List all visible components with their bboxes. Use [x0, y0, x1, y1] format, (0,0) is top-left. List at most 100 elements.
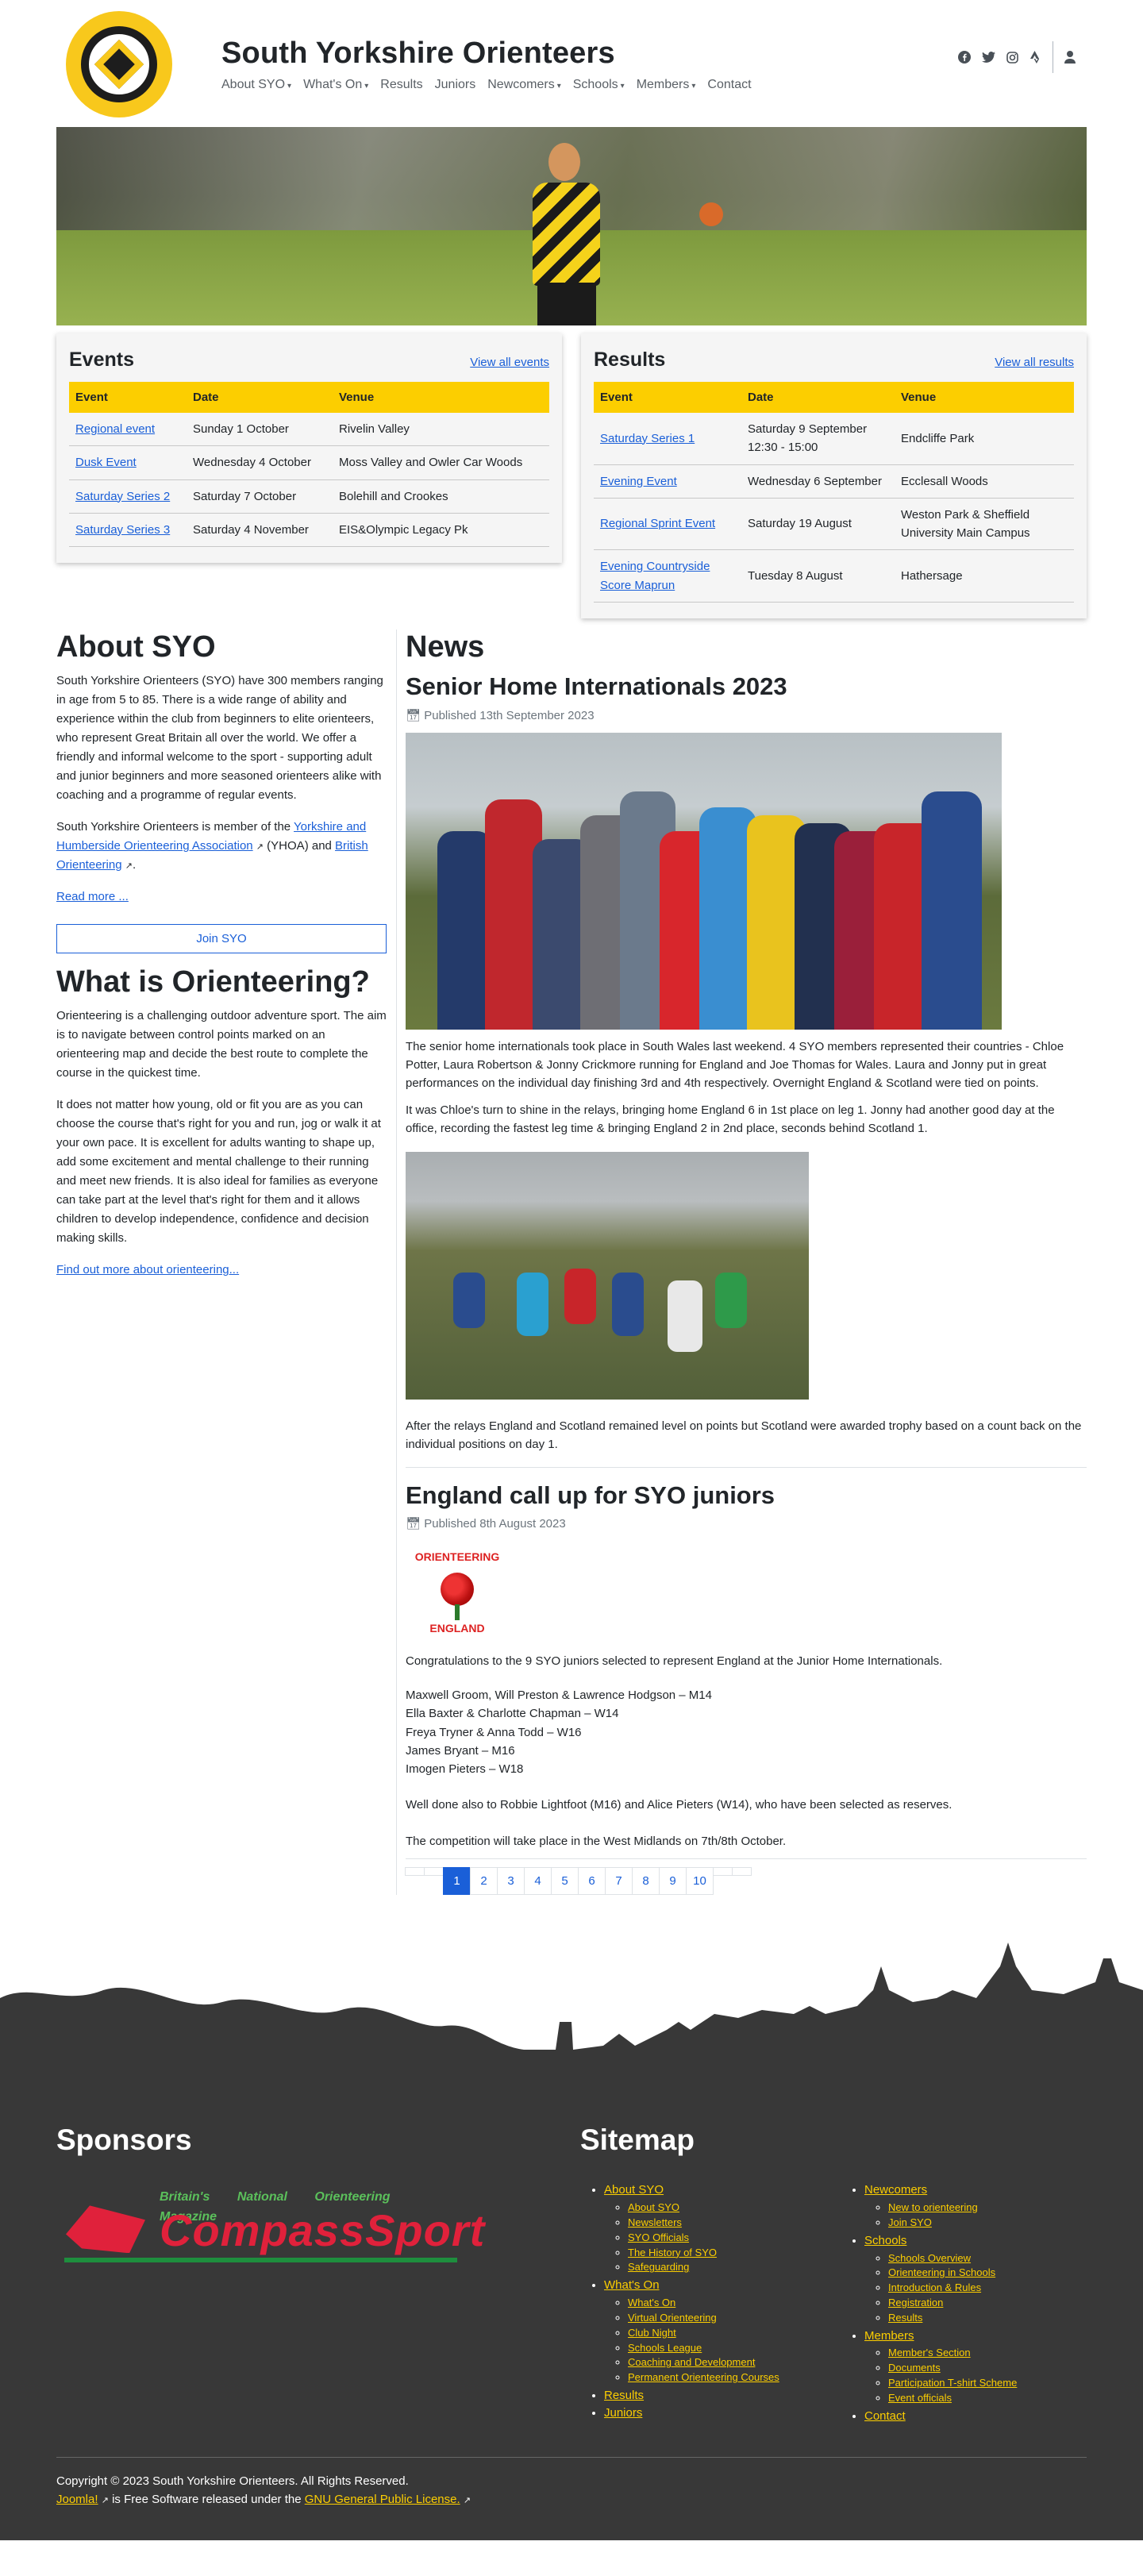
page-button[interactable]: 8	[632, 1866, 660, 1895]
page-button[interactable]: 5	[551, 1866, 579, 1895]
page-button[interactable]: 3	[497, 1866, 525, 1895]
date-cell: Wednesday 6 September	[741, 464, 895, 499]
sitemap-subitem: Member's Section	[888, 2346, 1017, 2361]
page-button[interactable]: 4	[524, 1866, 552, 1895]
list-item: Ella Baxter & Charlotte Chapman – W14	[406, 1707, 619, 1721]
find-out-more-link[interactable]: Find out more about orienteering...	[56, 1263, 239, 1276]
read-more-link[interactable]: Read more ...	[56, 890, 129, 903]
page-button[interactable]: 6	[578, 1866, 606, 1895]
view-all-events-link[interactable]: View all events	[470, 353, 549, 372]
list-item: James Bryant – M16	[406, 1743, 515, 1758]
sitemap-link[interactable]: Members	[864, 2329, 914, 2343]
sitemap-sublink[interactable]: Club Night	[628, 2327, 676, 2339]
sitemap-sublink[interactable]: SYO Officials	[628, 2231, 689, 2243]
sitemap-link[interactable]: What's On	[604, 2278, 660, 2292]
last-page-button[interactable]	[732, 1866, 752, 1876]
sitemap-sublink[interactable]: Event officials	[888, 2392, 952, 2404]
article-paragraph-3: After the relays England and Scotland re…	[406, 1419, 1082, 1452]
venue-cell: Endcliffe Park	[895, 413, 1074, 465]
calendar-icon: 📅︎	[406, 1516, 421, 1531]
sitemap-sublink[interactable]: Join SYO	[888, 2216, 932, 2228]
article2-closing: The competition will take place in the W…	[406, 1834, 787, 1848]
club-logo[interactable]	[66, 11, 172, 117]
event-link[interactable]: Regional event	[75, 422, 155, 436]
sitemap-sublink[interactable]: Permanent Orienteering Courses	[628, 2371, 779, 2383]
sitemap-subitem: What's On	[628, 2296, 818, 2311]
page-button[interactable]: 7	[605, 1866, 633, 1895]
sitemap-sublink[interactable]: Documents	[888, 2362, 941, 2374]
nav-item-newcomers[interactable]: Newcomers ▾	[487, 75, 561, 95]
event-link[interactable]: Saturday Series 3	[75, 523, 170, 537]
nav-item-results[interactable]: Results	[380, 75, 422, 95]
sitemap-sublink[interactable]: Registration	[888, 2297, 943, 2308]
event-cell: Evening Countryside Score Maprun	[594, 549, 741, 603]
sitemap-link[interactable]: About SYO	[604, 2183, 664, 2197]
nav-item-contact[interactable]: Contact	[707, 75, 751, 95]
article-title-2[interactable]: England call up for SYO juniors	[406, 1481, 1087, 1510]
events-table: Event Date Venue Regional event Sunday 1 …	[69, 381, 549, 548]
table-row: Saturday Series 2 Saturday 7 October Boleh…	[69, 479, 549, 514]
sitemap-sublink[interactable]: What's On	[628, 2297, 675, 2308]
page-button[interactable]: 2	[470, 1866, 498, 1895]
sitemap-subitem: Club Night	[628, 2326, 818, 2341]
event-link[interactable]: Saturday Series 2	[75, 490, 170, 503]
venue-cell: Weston Park & Sheffield University Main …	[895, 498, 1074, 551]
sitemap-subitem: Schools Overview	[888, 2251, 1017, 2266]
event-link[interactable]: Evening Countryside Score Maprun	[600, 560, 710, 591]
sitemap-sublink[interactable]: Schools Overview	[888, 2252, 971, 2264]
sitemap-sublink[interactable]: Schools League	[628, 2342, 702, 2354]
article-title[interactable]: Senior Home Internationals 2023	[406, 672, 1087, 701]
sitemap-link[interactable]: Newcomers	[864, 2183, 927, 2197]
site-title[interactable]: South Yorkshire Orienteers	[221, 30, 615, 77]
sitemap-sublink[interactable]: Introduction & Rules	[888, 2281, 981, 2293]
sitemap-sublink[interactable]: Coaching and Development	[628, 2356, 755, 2368]
compasssport-logo[interactable]: Britain's National Orienteering Magazine…	[56, 2181, 484, 2269]
page-button[interactable]: 9	[659, 1866, 687, 1895]
sitemap-sublink[interactable]: Participation T-shirt Scheme	[888, 2377, 1017, 2389]
prev-page-button[interactable]	[424, 1866, 444, 1876]
sponsors-title: Sponsors	[56, 2123, 192, 2156]
sitemap-link[interactable]: Schools	[864, 2234, 906, 2247]
user-icon[interactable]	[1063, 50, 1077, 64]
sitemap-item: What's On What's On Virtual Orienteering Cl…	[604, 2277, 818, 2385]
sitemap-sublink[interactable]: Results	[888, 2312, 922, 2324]
strava-icon[interactable]	[1029, 50, 1043, 64]
nav-item-schools[interactable]: Schools ▾	[573, 75, 625, 95]
next-page-button[interactable]	[713, 1866, 733, 1876]
joomla-link[interactable]: Joomla!	[56, 2493, 98, 2506]
page-button[interactable]: 1	[443, 1866, 471, 1895]
sitemap-sublink[interactable]: Member's Section	[888, 2347, 971, 2358]
sitemap-link[interactable]: Juniors	[604, 2406, 642, 2420]
event-link[interactable]: Regional Sprint Event	[600, 517, 715, 530]
caret-down-icon: ▾	[364, 82, 369, 90]
join-syo-button[interactable]: Join SYO	[56, 923, 387, 953]
sitemap-link[interactable]: Results	[604, 2389, 644, 2402]
nav-item-juniors[interactable]: Juniors	[435, 75, 476, 95]
facebook-icon[interactable]	[957, 50, 972, 64]
sitemap-subitem: Introduction & Rules	[888, 2281, 1017, 2296]
event-link[interactable]: Saturday Series 1	[600, 432, 695, 445]
view-all-results-link[interactable]: View all results	[995, 353, 1074, 372]
nav-item-members[interactable]: Members ▾	[637, 75, 696, 95]
sitemap-sublink[interactable]: About SYO	[628, 2201, 679, 2213]
sitemap-link[interactable]: Contact	[864, 2409, 906, 2423]
page-button[interactable]: 10	[686, 1866, 714, 1895]
list-item: Imogen Pieters – W18	[406, 1762, 524, 1777]
sitemap-sublink[interactable]: The History of SYO	[628, 2247, 717, 2258]
nav-label: Contact	[707, 78, 752, 91]
nav-item-about-syo[interactable]: About SYO ▾	[221, 75, 291, 95]
sitemap-sublink[interactable]: Virtual Orienteering	[628, 2312, 717, 2324]
sitemap-sublink[interactable]: New to orienteering	[888, 2201, 978, 2213]
first-page-button[interactable]	[405, 1866, 425, 1876]
sitemap-sublink[interactable]: Safeguarding	[628, 2261, 689, 2273]
event-link[interactable]: Evening Event	[600, 475, 677, 488]
sitemap-sublink[interactable]: Newsletters	[628, 2216, 682, 2228]
article-meta-2: 📅︎ Published 8th August 2023	[406, 1515, 1087, 1533]
gpl-link[interactable]: GNU General Public License.	[305, 2493, 460, 2506]
event-link[interactable]: Dusk Event	[75, 456, 137, 469]
nav-item-what-s-on[interactable]: What's On ▾	[303, 75, 368, 95]
instagram-icon[interactable]	[1005, 50, 1019, 64]
sitemap-sublink[interactable]: Orienteering in Schools	[888, 2266, 995, 2278]
twitter-icon[interactable]	[981, 50, 995, 64]
sitemap-section: Sitemap About SYO About SYO Newsletters SYO…	[580, 2117, 1017, 2425]
